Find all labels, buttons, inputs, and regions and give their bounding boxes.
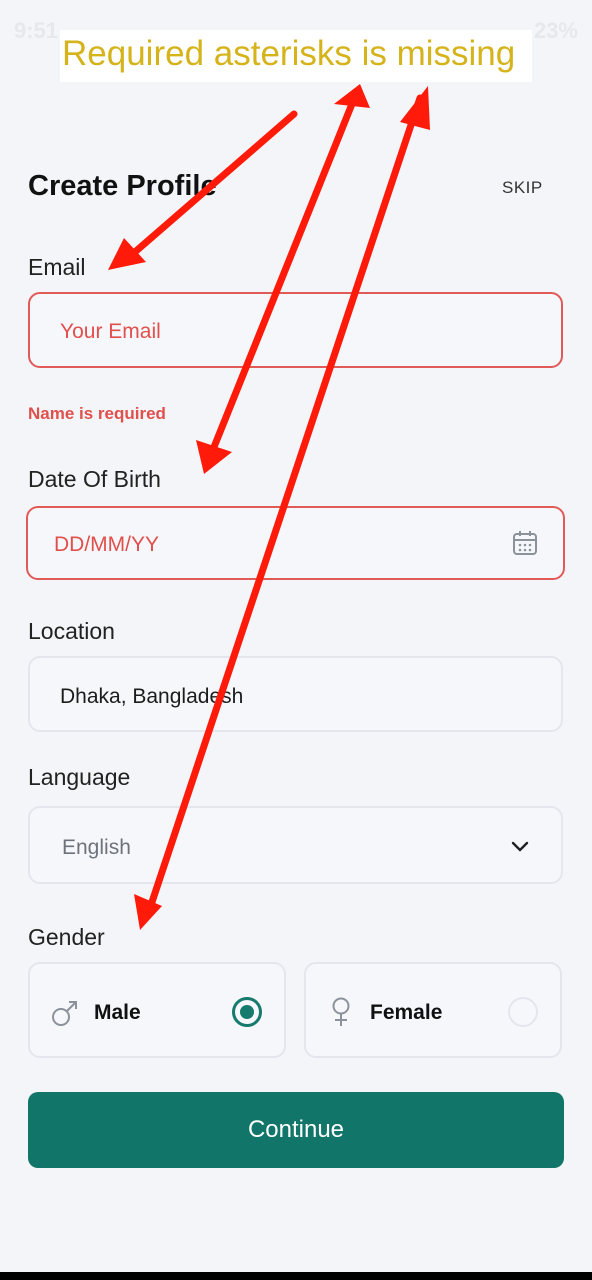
email-placeholder: Your Email	[60, 320, 161, 343]
language-select[interactable]: English	[28, 806, 563, 884]
navigation-bar	[0, 1272, 592, 1280]
arrow-head-icon	[108, 238, 146, 270]
battery-level: 23%	[533, 18, 578, 43]
calendar-icon[interactable]	[512, 530, 538, 556]
location-value: Dhaka, Bangladesh	[60, 685, 244, 708]
skip-button[interactable]: SKIP	[502, 178, 543, 198]
female-radio[interactable]	[508, 997, 538, 1027]
email-field[interactable]: Your Email	[28, 292, 563, 368]
dob-field[interactable]: DD/MM/YY	[26, 506, 565, 580]
continue-button[interactable]: Continue	[28, 1092, 564, 1168]
male-radio[interactable]	[232, 997, 262, 1027]
page-title: Create Profile	[28, 170, 217, 202]
dob-label: Date Of Birth	[28, 466, 161, 492]
annotation-text: Required asterisks is missing	[62, 34, 516, 73]
arrow-to-dob-label	[208, 90, 360, 456]
gender-option-male[interactable]: Male	[28, 962, 286, 1058]
location-label: Location	[28, 618, 115, 644]
arrow-head-icon	[334, 84, 370, 108]
arrow-head-icon	[400, 86, 430, 130]
gender-option-label: Female	[370, 1001, 443, 1024]
language-value: English	[62, 836, 131, 859]
gender-option-label: Male	[94, 1001, 141, 1024]
location-field[interactable]: Dhaka, Bangladesh	[28, 656, 563, 732]
language-label: Language	[28, 764, 131, 790]
arrow-head-icon	[196, 440, 232, 474]
chevron-down-icon	[510, 836, 530, 856]
status-time: 9:51	[14, 18, 59, 43]
male-icon	[50, 998, 80, 1028]
gender-label: Gender	[28, 924, 105, 950]
email-error-message: Name is required	[28, 404, 166, 423]
email-label: Email	[28, 254, 86, 280]
arrow-head-icon	[134, 894, 162, 930]
dob-placeholder: DD/MM/YY	[54, 533, 159, 556]
arrow-to-gender-label	[146, 94, 424, 912]
female-icon	[328, 996, 356, 1028]
gender-option-female[interactable]: Female	[304, 962, 562, 1058]
